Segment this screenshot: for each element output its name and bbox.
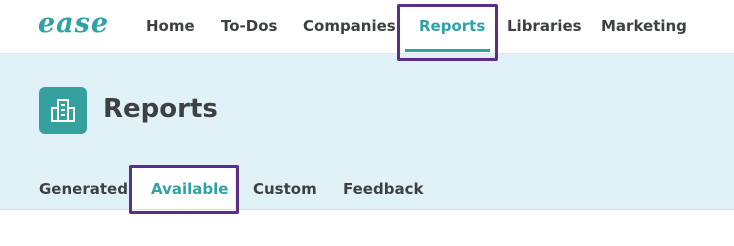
nav-item-home[interactable]: Home [146, 17, 195, 35]
reports-highlight-outline [397, 4, 498, 61]
tab-generated[interactable]: Generated [39, 180, 128, 198]
page-icon-tile [39, 87, 87, 134]
page-title: Reports [103, 94, 218, 124]
building-icon [51, 99, 75, 122]
tab-custom[interactable]: Custom [253, 180, 317, 198]
ease-logo[interactable]: ease [38, 8, 109, 39]
nav-item-marketing[interactable]: Marketing [601, 17, 687, 35]
nav-item-to-dos[interactable]: To-Dos [221, 17, 277, 35]
nav-item-companies[interactable]: Companies [303, 17, 396, 35]
tab-feedback[interactable]: Feedback [343, 180, 423, 198]
available-highlight-outline [129, 165, 239, 214]
top-navigation-bar: ease Home To-Dos Companies Reports Libra… [0, 0, 734, 54]
nav-item-libraries[interactable]: Libraries [507, 17, 582, 35]
